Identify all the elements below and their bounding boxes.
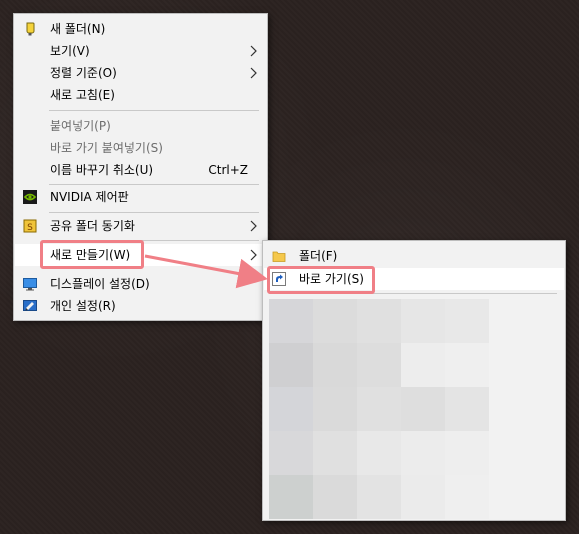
new-submenu: 폴더(F) 바로 가기(S) <box>262 240 566 521</box>
sync-icon: S <box>23 219 37 233</box>
menu-item-display-settings[interactable]: 디스플레이 설정(D) <box>15 273 266 295</box>
menu-item-label: 새 폴더(N) <box>50 22 106 36</box>
chevron-right-icon <box>248 249 258 261</box>
svg-text:S: S <box>27 223 33 233</box>
new-folder-icon <box>23 22 37 36</box>
menu-item-sort-by[interactable]: 정렬 기준(O) <box>15 62 266 84</box>
shortcut-icon <box>272 272 286 286</box>
menu-item-paste-shortcut: 바로 가기 붙여넣기(S) <box>15 137 266 159</box>
menu-item-label: 정렬 기준(O) <box>50 66 117 80</box>
chevron-right-icon <box>248 220 258 232</box>
menu-item-label: 개인 설정(R) <box>50 299 116 313</box>
menu-item-label: NVIDIA 제어판 <box>50 190 129 204</box>
display-icon <box>23 277 37 291</box>
menu-item-new[interactable]: 새로 만들기(W) <box>15 244 266 266</box>
menu-item-label: 붙여넣기(P) <box>50 119 111 133</box>
menu-separator <box>49 240 259 241</box>
shortcut-hint: Ctrl+Z <box>208 163 248 177</box>
menu-separator <box>269 293 557 294</box>
menu-item-label: 공유 폴더 동기화 <box>50 219 135 233</box>
menu-item-personalize[interactable]: 개인 설정(R) <box>15 295 266 317</box>
menu-item-refresh[interactable]: 새로 고침(E) <box>15 84 266 106</box>
menu-separator <box>49 184 259 185</box>
submenu-item-shortcut[interactable]: 바로 가기(S) <box>264 268 564 290</box>
menu-item-label: 폴더(F) <box>299 249 338 263</box>
menu-separator <box>49 212 259 213</box>
menu-item-shared-folder-sync[interactable]: S 공유 폴더 동기화 <box>15 215 266 237</box>
menu-item-undo-rename[interactable]: 이름 바꾸기 취소(U) Ctrl+Z <box>15 159 266 181</box>
menu-item-paste: 붙여넣기(P) <box>15 115 266 137</box>
menu-item-label: 이름 바꾸기 취소(U) <box>50 163 154 177</box>
menu-item-label: 새로 고침(E) <box>50 88 115 102</box>
menu-item-label: 바로 가기 붙여넣기(S) <box>50 141 163 155</box>
chevron-right-icon <box>248 45 258 57</box>
menu-item-label: 새로 만들기(W) <box>50 248 131 262</box>
nvidia-icon <box>23 190 37 204</box>
submenu-item-folder[interactable]: 폴더(F) <box>264 245 564 267</box>
menu-item-view[interactable]: 보기(V) <box>15 40 266 62</box>
menu-item-label: 보기(V) <box>50 44 90 58</box>
chevron-right-icon <box>248 67 258 79</box>
desktop-context-menu: 새 폴더(N) 보기(V) 정렬 기준(O) 새로 고침(E) 붙여넣기(P) … <box>13 13 268 321</box>
folder-icon <box>272 249 286 263</box>
personalize-icon <box>23 299 37 313</box>
pixelated-items <box>269 299 489 519</box>
menu-item-new-folder[interactable]: 새 폴더(N) <box>15 18 266 40</box>
menu-item-label: 디스플레이 설정(D) <box>50 277 150 291</box>
menu-separator <box>49 110 259 111</box>
menu-item-nvidia-control-panel[interactable]: NVIDIA 제어판 <box>15 186 266 208</box>
menu-item-label: 바로 가기(S) <box>299 272 364 286</box>
